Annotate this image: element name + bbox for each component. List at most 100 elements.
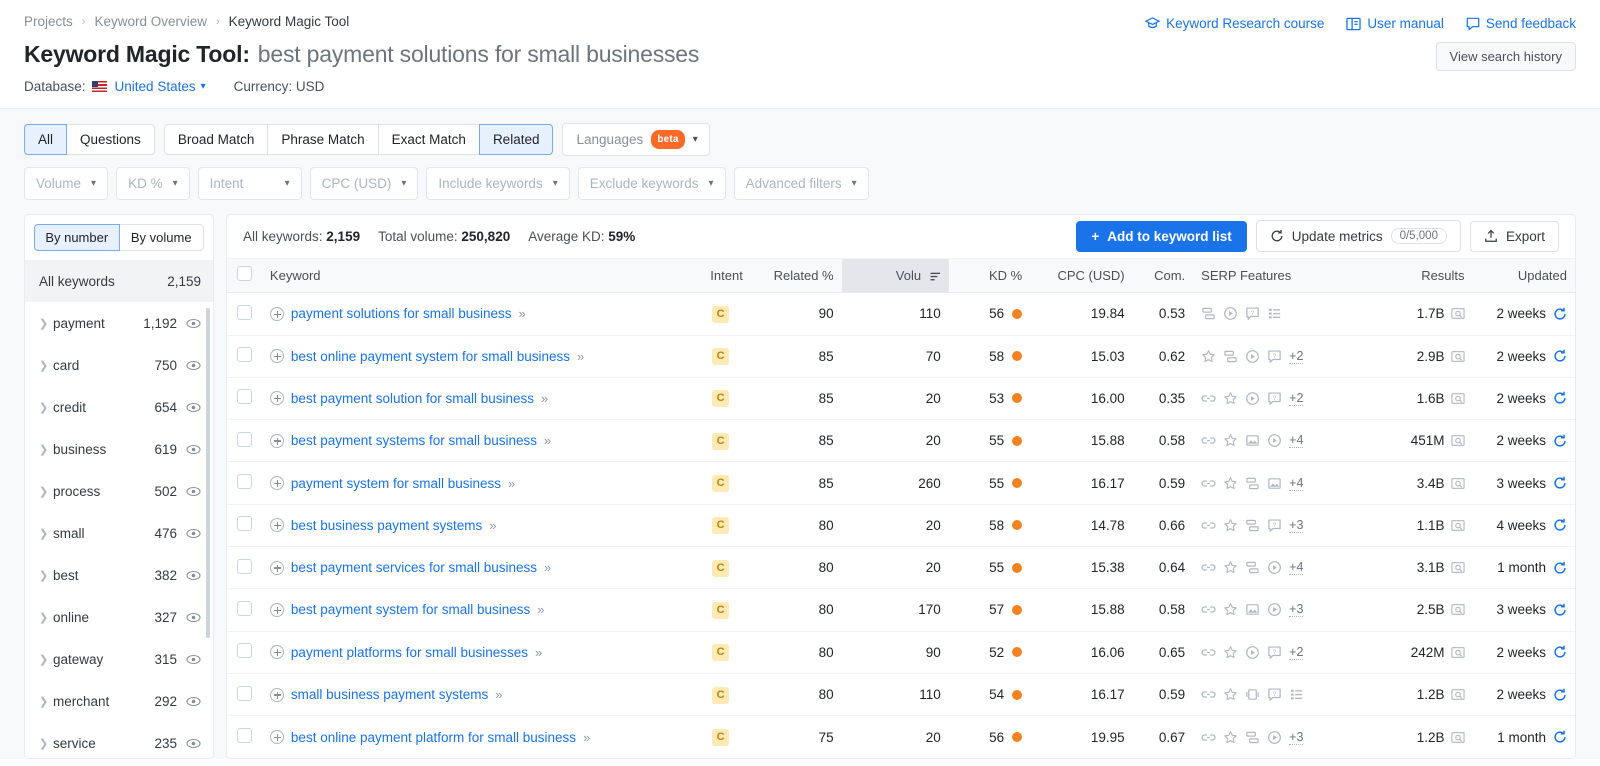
- column-cpc[interactable]: CPC (USD): [1030, 258, 1133, 294]
- chevron-right-icon[interactable]: ❯: [39, 401, 53, 414]
- filter-intent[interactable]: Intent ▾: [197, 167, 302, 200]
- table-row[interactable]: best business payment systems » C 80 20 58 14.…: [227, 504, 1575, 548]
- tab-questions[interactable]: Questions: [66, 124, 155, 155]
- chevron-right-icon[interactable]: ❯: [39, 737, 53, 750]
- add-keyword-icon[interactable]: [269, 687, 284, 702]
- keyword-link[interactable]: small business payment systems: [291, 687, 488, 702]
- sidebar-item-business[interactable]: ❯ business 619: [25, 428, 213, 470]
- row-checkbox[interactable]: [236, 643, 252, 659]
- eye-icon[interactable]: [186, 318, 201, 329]
- sitelinks-icon[interactable]: [1245, 518, 1260, 533]
- table-row[interactable]: small business payment systems » C 80 110 54 1…: [227, 673, 1575, 717]
- eye-icon[interactable]: [186, 654, 201, 665]
- keyword-link[interactable]: best online payment platform for small b…: [291, 730, 576, 745]
- table-row[interactable]: payment solutions for small business » C 90…: [227, 292, 1575, 336]
- sidebar-tab-by-volume[interactable]: By volume: [118, 224, 204, 251]
- column-results[interactable]: Results: [1365, 258, 1473, 294]
- row-checkbox[interactable]: [236, 516, 252, 532]
- list-icon[interactable]: [1267, 306, 1282, 321]
- expand-keyword-icon[interactable]: »: [577, 349, 584, 364]
- add-keyword-icon[interactable]: [269, 349, 284, 364]
- star-icon[interactable]: [1223, 518, 1238, 533]
- sidebar-item-credit[interactable]: ❯ credit 654: [25, 386, 213, 428]
- intent-badge[interactable]: C: [712, 390, 730, 408]
- serp-analysis-icon[interactable]: [1450, 307, 1465, 320]
- row-checkbox[interactable]: [236, 304, 252, 320]
- column-updated[interactable]: Updated: [1472, 258, 1575, 294]
- add-keyword-icon[interactable]: [269, 602, 284, 617]
- chevron-right-icon[interactable]: ❯: [39, 359, 53, 372]
- tab-all[interactable]: All: [24, 124, 68, 155]
- keyword-link[interactable]: best payment services for small business: [291, 560, 537, 575]
- add-keyword-icon[interactable]: [269, 645, 284, 660]
- intent-badge[interactable]: C: [712, 644, 730, 662]
- column-kd[interactable]: KD %: [948, 258, 1031, 294]
- row-checkbox[interactable]: [236, 558, 252, 574]
- refresh-icon[interactable]: [1553, 434, 1567, 448]
- sidebar-item-merchant[interactable]: ❯ merchant 292: [25, 680, 213, 722]
- intent-badge[interactable]: C: [712, 475, 730, 493]
- serp-more-link[interactable]: +4: [1289, 560, 1304, 576]
- column-related[interactable]: Related %: [750, 258, 842, 294]
- video-icon[interactable]: [1267, 433, 1282, 448]
- eye-icon[interactable]: [186, 696, 201, 707]
- chevron-right-icon[interactable]: ❯: [39, 653, 53, 666]
- column-intent[interactable]: Intent: [690, 258, 751, 294]
- star-icon[interactable]: [1223, 645, 1238, 660]
- refresh-icon[interactable]: [1553, 476, 1567, 490]
- expand-keyword-icon[interactable]: »: [541, 391, 548, 406]
- database-selector[interactable]: United States: [115, 79, 196, 94]
- link-icon[interactable]: [1201, 476, 1216, 491]
- eye-icon[interactable]: [186, 486, 201, 497]
- breadcrumb-item-projects[interactable]: Projects: [24, 14, 73, 29]
- keyword-link[interactable]: best online payment system for small bus…: [291, 349, 570, 364]
- sidebar-item-process[interactable]: ❯ process 502: [25, 470, 213, 512]
- keyword-research-course-link[interactable]: Keyword Research course: [1145, 16, 1324, 31]
- star-icon[interactable]: [1223, 602, 1238, 617]
- faq-icon[interactable]: ?: [1245, 306, 1260, 321]
- faq-icon[interactable]: ?: [1267, 518, 1282, 533]
- link-icon[interactable]: [1201, 391, 1216, 406]
- table-row[interactable]: best online payment system for small bus…: [227, 335, 1575, 378]
- video-icon[interactable]: [1245, 349, 1260, 364]
- star-icon[interactable]: [1223, 730, 1238, 745]
- serp-analysis-icon[interactable]: [1450, 477, 1465, 490]
- video-icon[interactable]: [1267, 560, 1282, 575]
- sidebar-item-card[interactable]: ❯ card 750: [25, 344, 213, 386]
- serp-more-link[interactable]: +4: [1289, 433, 1304, 449]
- user-manual-link[interactable]: User manual: [1346, 16, 1444, 31]
- star-icon[interactable]: [1223, 433, 1238, 448]
- select-all-checkbox[interactable]: [236, 266, 252, 282]
- chevron-down-icon[interactable]: ▾: [201, 81, 206, 92]
- filter-cpc[interactable]: CPC (USD) ▾: [309, 167, 419, 200]
- column-volume[interactable]: Volu: [841, 258, 949, 294]
- sidebar-item-service[interactable]: ❯ service 235: [25, 722, 213, 758]
- serp-more-link[interactable]: +2: [1289, 349, 1304, 364]
- link-icon[interactable]: [1201, 602, 1216, 617]
- faq-icon[interactable]: ?: [1267, 391, 1282, 406]
- eye-icon[interactable]: [186, 612, 201, 623]
- refresh-icon[interactable]: [1553, 561, 1567, 575]
- add-to-keyword-list-button[interactable]: + Add to keyword list: [1076, 220, 1247, 252]
- row-checkbox[interactable]: [236, 474, 252, 490]
- update-metrics-button[interactable]: Update metrics 0/5,000: [1255, 220, 1461, 253]
- serp-analysis-icon[interactable]: [1450, 350, 1465, 363]
- intent-badge[interactable]: C: [712, 432, 730, 450]
- link-icon[interactable]: [1201, 730, 1216, 745]
- sitelinks-icon[interactable]: [1245, 476, 1260, 491]
- row-checkbox[interactable]: [236, 389, 252, 405]
- serp-analysis-icon[interactable]: [1450, 519, 1465, 532]
- intent-badge[interactable]: C: [712, 601, 730, 619]
- keyword-link[interactable]: best business payment systems: [291, 518, 482, 533]
- link-icon[interactable]: [1201, 518, 1216, 533]
- sidebar-item-gateway[interactable]: ❯ gateway 315: [25, 638, 213, 680]
- faq-icon[interactable]: ?: [1267, 349, 1282, 364]
- breadcrumb-item-keyword-overview[interactable]: Keyword Overview: [94, 14, 207, 29]
- eye-icon[interactable]: [186, 528, 201, 539]
- serp-analysis-icon[interactable]: [1450, 688, 1465, 701]
- sitelinks-icon[interactable]: [1201, 306, 1216, 321]
- link-icon[interactable]: [1201, 687, 1216, 702]
- sidebar-tab-by-number[interactable]: By number: [34, 224, 120, 251]
- expand-keyword-icon[interactable]: »: [519, 306, 526, 321]
- image-icon[interactable]: [1245, 433, 1260, 448]
